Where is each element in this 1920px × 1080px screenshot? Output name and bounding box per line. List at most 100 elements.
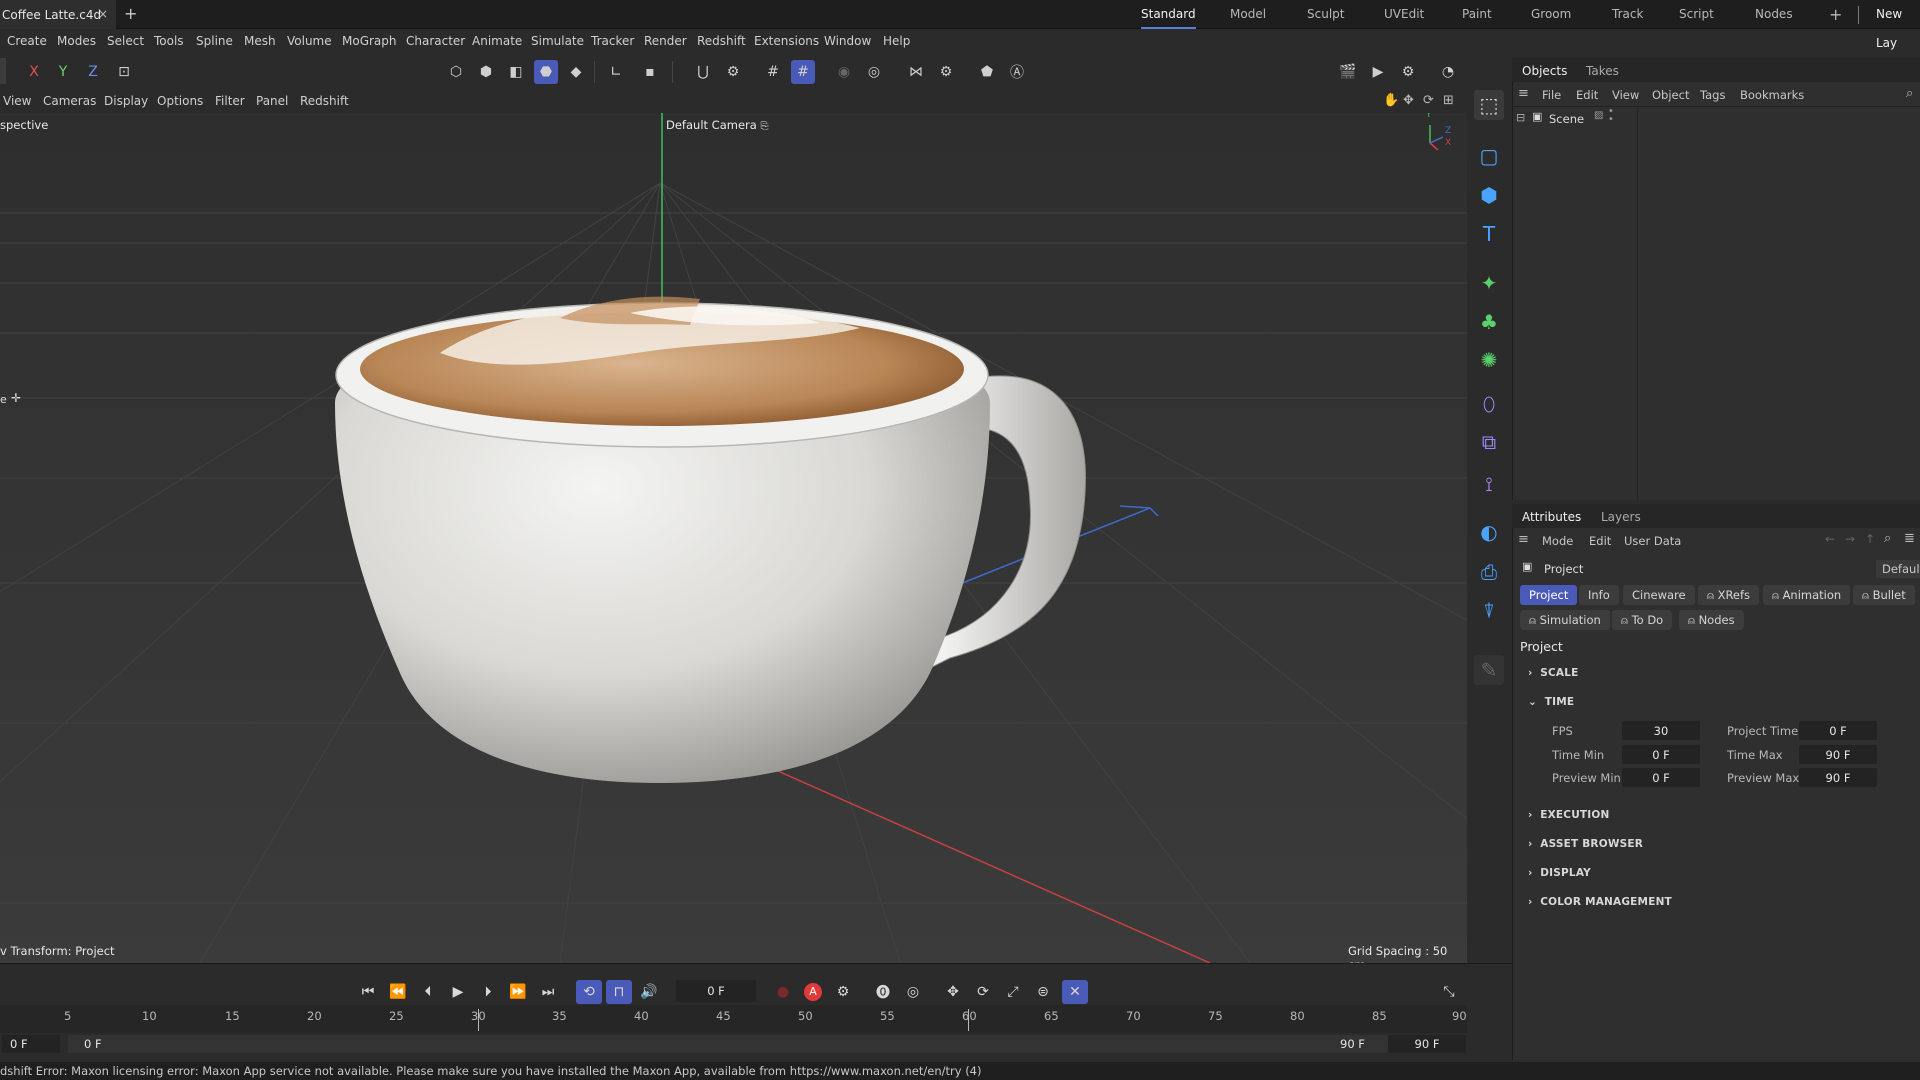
scene-item[interactable]: Scene	[1549, 112, 1584, 126]
attributes-menu-edit[interactable]: Edit	[1589, 534, 1611, 548]
expand-icon[interactable]: ⊟	[1516, 111, 1525, 124]
move-view-icon[interactable]: ✥	[1403, 93, 1414, 108]
layout-tab-groom[interactable]: Groom	[1531, 0, 1571, 29]
chip-todo[interactable]: ⍝ To Do	[1612, 610, 1673, 630]
z-axis-lock-button[interactable]: Z	[81, 60, 105, 84]
attributes-menu-icon[interactable]: ≡	[1518, 532, 1529, 547]
objects-menu-view[interactable]: View	[1612, 88, 1639, 102]
key-param-icon[interactable]: ⊜	[1030, 980, 1056, 1004]
autokey-icon[interactable]: A	[800, 980, 826, 1004]
menu-render[interactable]: Render	[644, 34, 687, 48]
snap-settings-icon[interactable]: ⚙	[721, 60, 745, 84]
section-time[interactable]: ⌄ TIME	[1528, 696, 1574, 708]
timeline-graph-icon[interactable]: ⤡	[1436, 980, 1462, 1004]
render-picture-viewer-icon[interactable]: ▶	[1366, 60, 1390, 84]
y-axis-lock-button[interactable]: Y	[51, 60, 75, 84]
fps-field[interactable]: 30	[1622, 721, 1700, 740]
layout-tab-model[interactable]: Model	[1230, 0, 1266, 29]
viewport-menu-panel[interactable]: Panel	[256, 94, 288, 108]
generator-icon[interactable]: ✦	[1474, 268, 1504, 298]
timeline-ruler[interactable]	[0, 1005, 1467, 1033]
render-settings-icon[interactable]: ⚙	[1396, 60, 1420, 84]
preview-range-icon[interactable]: ⊓	[606, 980, 632, 1004]
menu-modes[interactable]: Modes	[57, 34, 96, 48]
chip-info[interactable]: Info	[1579, 585, 1619, 605]
edges-mode-icon[interactable]: ◧	[504, 60, 528, 84]
menu-window[interactable]: Window	[824, 34, 871, 48]
chip-project[interactable]: Project	[1520, 585, 1578, 605]
end-frame-field[interactable]: 90 F	[1388, 1035, 1466, 1053]
environment-icon[interactable]: ◐	[1474, 517, 1504, 547]
viewport-menu-redshift[interactable]: Redshift	[300, 94, 349, 108]
field-icon[interactable]: ⬯	[1474, 389, 1504, 419]
symmetry-icon[interactable]: ◎	[862, 60, 886, 84]
go-to-end-icon[interactable]: ⏭	[535, 980, 561, 1004]
previous-key-icon[interactable]: ⏪	[385, 980, 411, 1004]
viewport-menu-view[interactable]: View	[3, 94, 31, 108]
section-color-management[interactable]: › COLOR MANAGEMENT	[1528, 896, 1672, 908]
tab-attributes[interactable]: Attributes	[1522, 510, 1581, 524]
time-min-field[interactable]: 0 F	[1622, 745, 1700, 764]
start-frame-field[interactable]: 0 F	[2, 1035, 60, 1053]
play-icon[interactable]: ▶	[445, 980, 471, 1004]
menu-volume[interactable]: Volume	[287, 34, 332, 48]
axis-mode-icon[interactable]: ∟	[604, 60, 628, 84]
up-arrow-icon[interactable]: ↑	[1865, 532, 1875, 546]
viewport-menu-cameras[interactable]: Cameras	[43, 94, 96, 108]
3d-viewport[interactable]: spective Default Camera ⎘ e ✛ Y Z X v Tr…	[0, 113, 1467, 963]
key-point-level-icon[interactable]: ✕	[1062, 980, 1088, 1004]
chip-nodes[interactable]: ⍝ Nodes	[1679, 610, 1744, 630]
section-asset-browser[interactable]: › ASSET BROWSER	[1528, 838, 1643, 850]
key-position-icon[interactable]: ✥	[940, 980, 966, 1004]
tab-layers[interactable]: Layers	[1601, 510, 1641, 524]
layout-tab-standard[interactable]: Standard	[1141, 0, 1196, 29]
layout-tab-paint[interactable]: Paint	[1462, 0, 1492, 29]
back-arrow-icon[interactable]: ←	[1825, 532, 1835, 546]
uv-mode-icon[interactable]: ◆	[564, 60, 588, 84]
objects-menu-object[interactable]: Object	[1652, 88, 1689, 102]
cloner-icon[interactable]: ♣	[1474, 307, 1504, 337]
layout-tab-sculpt[interactable]: Sculpt	[1307, 0, 1344, 29]
viewport-menu-filter[interactable]: Filter	[215, 94, 245, 108]
default-preset-dropdown[interactable]: Default	[1876, 560, 1920, 578]
points-mode-icon[interactable]: ⬢	[474, 60, 498, 84]
auto-icon[interactable]: Ⓐ	[1005, 60, 1029, 84]
new-layout-button[interactable]: New Lay	[1876, 0, 1920, 50]
soft-selection-icon[interactable]: ◉	[832, 60, 856, 84]
document-tab[interactable]: Coffee Latte.c4d ×	[0, 0, 116, 29]
search-icon[interactable]: ⌕	[1906, 86, 1913, 101]
layout-tab-uvedit[interactable]: UVEdit	[1384, 0, 1424, 29]
ipr-icon[interactable]: ◔	[1436, 60, 1460, 84]
coordinate-system-icon[interactable]: ⊡	[112, 60, 136, 84]
hamburger-menu-icon[interactable]: ≡	[1518, 86, 1529, 101]
chip-cineware[interactable]: Cineware	[1623, 585, 1695, 605]
maximize-view-icon[interactable]: ⊞	[1443, 93, 1454, 108]
model-mode-icon[interactable]: ⬡	[444, 60, 468, 84]
filter-icon[interactable]: ≣	[1904, 531, 1915, 546]
modeling-settings-icon[interactable]: ⚙	[934, 60, 958, 84]
menu-simulate[interactable]: Simulate	[531, 34, 584, 48]
text-object-icon[interactable]: T	[1474, 219, 1504, 249]
loop-icon[interactable]: ⟲	[576, 980, 602, 1004]
add-layout-icon[interactable]: +	[1829, 0, 1842, 29]
grid-snap-icon[interactable]: #	[761, 60, 785, 84]
menu-animate[interactable]: Animate	[472, 34, 522, 48]
attributes-menu-user-data[interactable]: User Data	[1624, 534, 1681, 548]
menu-create[interactable]: Create	[7, 34, 47, 48]
attributes-search-icon[interactable]: ⌕	[1884, 531, 1891, 546]
spline-icon[interactable]: ⟟	[1474, 469, 1504, 499]
chip-animation[interactable]: ⍝ Animation	[1763, 585, 1851, 605]
key-selection-icon[interactable]: ⓿	[870, 980, 896, 1004]
tab-takes[interactable]: Takes	[1586, 64, 1619, 78]
magnet-snap-icon[interactable]: ⋃	[691, 60, 715, 84]
null-object-icon[interactable]: ▢	[1474, 141, 1504, 171]
x-axis-lock-button[interactable]: X	[22, 60, 46, 84]
chip-simulation[interactable]: ⍝ Simulation	[1520, 610, 1610, 630]
camera-label[interactable]: Default Camera ⎘	[666, 118, 768, 132]
layer-icon[interactable]: ▨	[1594, 110, 1603, 121]
key-scale-icon[interactable]: ⤢	[1000, 980, 1026, 1004]
effector-icon[interactable]: ⧉	[1474, 427, 1504, 457]
viewport-menu-options[interactable]: Options	[157, 94, 203, 108]
preview-max-field[interactable]: 90 F	[1799, 768, 1877, 787]
project-time-field[interactable]: 0 F	[1799, 721, 1877, 740]
